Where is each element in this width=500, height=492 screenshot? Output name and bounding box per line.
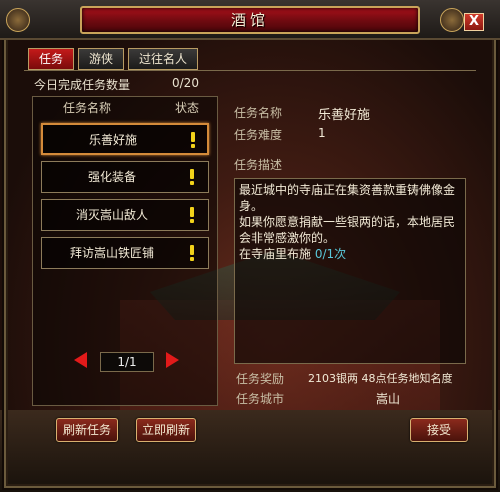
quest-difficulty-value: 1 [318,126,326,140]
corner-ornament-left [6,8,30,32]
window-title: 酒馆 [230,11,269,29]
quest-description-label: 任务描述 [234,158,283,172]
exclamation-icon [190,207,194,223]
quest-name-value: 乐善好施 [318,108,371,123]
arrow-right-icon[interactable] [166,352,179,368]
arrow-left-icon[interactable] [74,352,87,368]
description-line: 最近城中的寺庙正在集资善款重铸佛像金身。 [239,183,456,213]
description-line: 如果你愿意捐献一些银两的话，本地居民会非常感激你的。 [239,215,456,245]
daily-count-label: 今日完成任务数量 [34,78,131,92]
description-line: 在寺庙里布施 0/1次 [239,246,461,262]
quest-description-box: 最近城中的寺庙正在集资善款重铸佛像金身。 如果你愿意捐献一些银两的话，本地居民会… [234,178,466,364]
quest-city-label: 任务城市 [236,392,285,406]
close-icon[interactable]: X [464,13,484,31]
tab-bar: 任务 游侠 过往名人 [28,48,199,70]
quest-item-name: 消灭嵩山敌人 [75,208,148,222]
quest-name-label: 任务名称 [234,106,283,120]
corner-ornament-right [440,8,464,32]
exclamation-icon [190,169,194,185]
quest-item[interactable]: 消灭嵩山敌人 [41,199,209,231]
quest-item-name: 拜访嵩山铁匠铺 [69,246,154,260]
daily-count-value: 0/20 [172,76,199,90]
quest-reward-value: 2103银两 48点任务地知名度 [308,372,453,385]
quest-city-value: 嵩山 [376,392,401,406]
tab-past-celebrities[interactable]: 过往名人 [128,48,199,70]
quest-difficulty-label: 任务难度 [234,128,283,142]
description-task-count: 0/1次 [314,247,347,261]
quest-item[interactable]: 强化装备 [41,161,209,193]
refresh-now-button[interactable]: 立即刷新 [136,418,196,442]
quest-list-header: 任务名称 状态 [33,97,217,115]
refresh-quests-button[interactable]: 刷新任务 [56,418,118,442]
tab-quests[interactable]: 任务 [28,48,75,70]
exclamation-icon [190,245,194,261]
title-plate: 酒馆 [80,6,420,34]
quest-item[interactable]: 乐善好施 [41,123,209,155]
tab-divider [24,70,476,71]
quest-item[interactable]: 拜访嵩山铁匠铺 [41,237,209,269]
exclamation-icon [191,132,195,148]
page-indicator: 1/1 [100,352,154,372]
header-quest-name: 任务名称 [63,101,112,115]
quest-item-name: 强化装备 [87,170,136,184]
description-task-text: 在寺庙里布施 [239,247,315,261]
header-status: 状态 [175,101,200,115]
accept-button[interactable]: 接受 [410,418,468,442]
title-bar: 酒馆 X [0,0,500,40]
quest-detail-panel: 任务名称 乐善好施 任务难度 1 任务描述 最近城中的寺庙正在集资善款重铸佛像金… [226,96,472,404]
quest-item-name: 乐善好施 [88,133,137,147]
tab-ranger[interactable]: 游侠 [78,48,125,70]
quest-reward-label: 任务奖励 [236,372,285,386]
